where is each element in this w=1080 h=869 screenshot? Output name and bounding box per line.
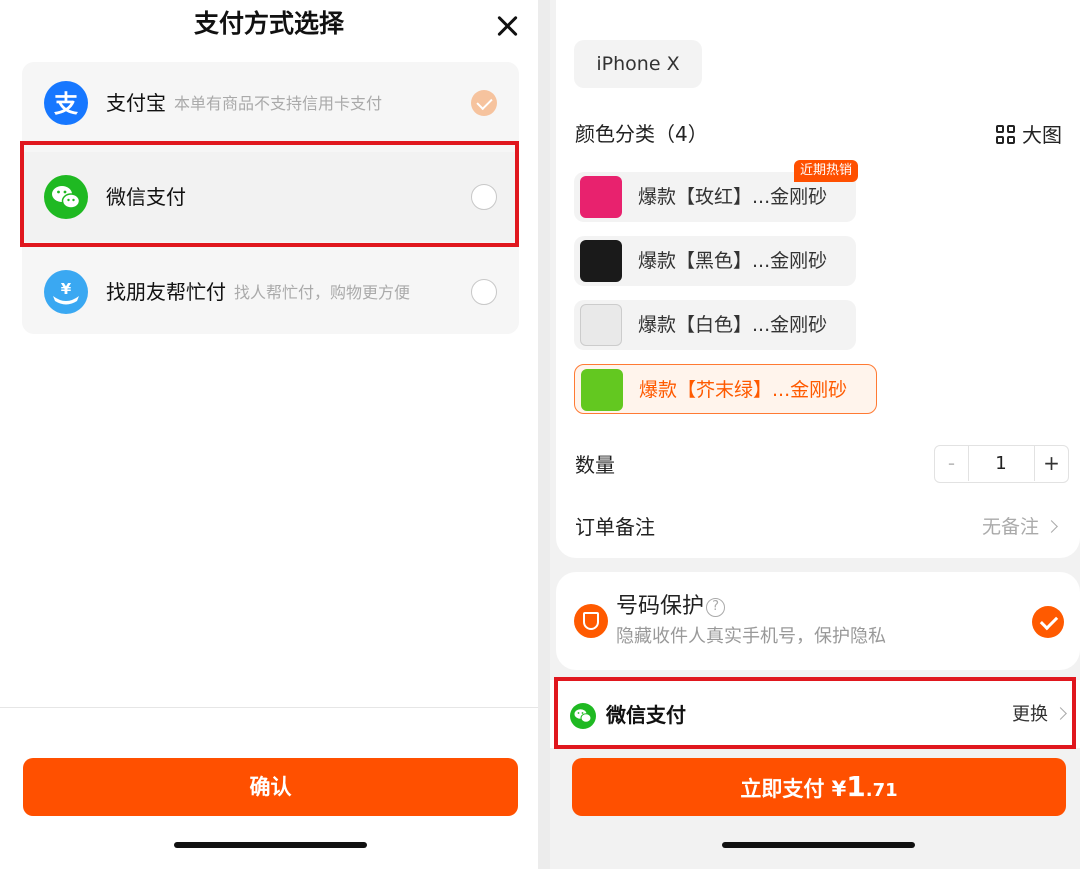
pay-amount-integer: 1 (846, 770, 866, 803)
quantity-value[interactable]: 1 (969, 446, 1033, 481)
color-section-label: 颜色分类（4） (575, 122, 708, 146)
color-thumbnail (580, 176, 622, 218)
friend-pay-icon: ¥ (44, 270, 88, 314)
decrement-button[interactable]: - (935, 446, 969, 481)
quantity-stepper: - 1 + (934, 445, 1069, 483)
protection-subtitle: 隐藏收件人真实手机号，保护隐私 (616, 626, 886, 647)
spec-card: iPhone X 颜色分类（4） 大图 爆款【玫红】...金刚砂 爆款【黑色】.… (556, 0, 1080, 558)
pay-button-prefix: 立即支付 ¥ (740, 777, 847, 801)
home-indicator (174, 842, 367, 848)
color-option-selected[interactable]: 爆款【芥末绿】...金刚砂 (574, 364, 877, 414)
annotation-highlight-box (20, 141, 519, 247)
hot-badge: 近期热销 (794, 160, 859, 182)
payment-option-note: 本单有商品不支持信用卡支付 (174, 94, 383, 113)
svg-text:¥: ¥ (61, 280, 72, 298)
color-thumbnail (580, 240, 622, 282)
color-thumbnail (581, 369, 623, 411)
protection-checkbox[interactable] (1032, 606, 1064, 638)
model-chip[interactable]: iPhone X (574, 40, 702, 88)
divider (0, 707, 538, 708)
color-option[interactable]: 爆款【黑色】...金刚砂 (574, 236, 856, 286)
confirm-button[interactable]: 确认 (23, 758, 518, 816)
payment-method-sheet: 支付方式选择 支 支付宝 本单有商品不支持信用卡支付 微信支付 ¥ 找朋友帮忙付… (0, 0, 538, 869)
remark-value: 无备注 (982, 516, 1040, 538)
pay-now-button[interactable]: 立即支付 ¥1.71 (572, 758, 1066, 816)
annotation-highlight-box (554, 677, 1076, 749)
shield-icon (574, 604, 608, 638)
payment-option-friend-pay[interactable]: ¥ 找朋友帮忙付 找人帮忙付，购物更方便 (22, 242, 519, 332)
svg-text:支: 支 (54, 90, 79, 118)
color-option-label: 爆款【黑色】...金刚砂 (638, 250, 828, 272)
bigview-label: 大图 (1022, 123, 1062, 147)
sheet-title: 支付方式选择 (193, 9, 344, 38)
pay-amount-decimal: .71 (865, 780, 898, 801)
increment-button[interactable]: + (1034, 446, 1068, 481)
color-option[interactable]: 爆款【白色】...金刚砂 (574, 300, 856, 350)
payment-option-label: 找朋友帮忙付 (106, 280, 226, 304)
alipay-icon: 支 (44, 81, 88, 125)
payment-option-alipay[interactable]: 支 支付宝 本单有商品不支持信用卡支付 (22, 62, 519, 152)
home-indicator (722, 842, 915, 848)
color-option-label: 爆款【芥末绿】...金刚砂 (639, 379, 848, 401)
chevron-right-icon (1045, 520, 1058, 533)
payment-option-label: 支付宝 (106, 91, 166, 115)
number-protection-card: 号码保护? 隐藏收件人真实手机号，保护隐私 (556, 572, 1080, 670)
quantity-label: 数量 (575, 453, 615, 477)
color-option-label: 爆款【白色】...金刚砂 (638, 314, 828, 336)
remark-label: 订单备注 (575, 515, 655, 539)
protection-title-text: 号码保护 (616, 594, 705, 619)
payment-option-note: 找人帮忙付，购物更方便 (234, 283, 411, 302)
bigview-toggle[interactable]: 大图 (996, 120, 1062, 150)
order-confirm-panel: iPhone X 颜色分类（4） 大图 爆款【玫红】...金刚砂 爆款【黑色】.… (550, 0, 1080, 869)
remark-row[interactable]: 无备注 (982, 512, 1058, 542)
protection-title: 号码保护? (616, 592, 726, 622)
panel-gap (538, 0, 550, 869)
close-icon[interactable] (490, 10, 524, 44)
color-thumbnail (580, 304, 622, 346)
radio-checked-disabled (471, 90, 497, 116)
help-icon[interactable]: ? (706, 598, 726, 617)
radio-unchecked[interactable] (471, 279, 497, 305)
grid-view-icon (996, 125, 1016, 145)
